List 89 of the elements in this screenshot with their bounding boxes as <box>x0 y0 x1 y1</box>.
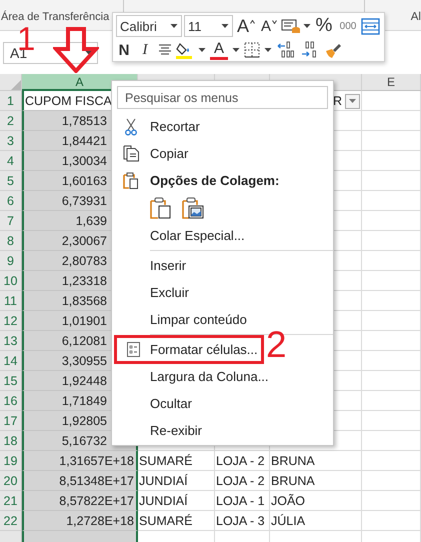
dropdown-caret-icon[interactable] <box>170 23 178 29</box>
caret-down-icon <box>272 20 277 24</box>
row-header[interactable]: 15 <box>0 371 22 391</box>
shrink-font-button[interactable]: A <box>259 15 279 37</box>
caret-icon[interactable] <box>232 47 240 53</box>
filter-button[interactable] <box>345 94 360 108</box>
table-cell-text: BRUNA <box>270 473 316 490</box>
table-cell-text: JOÃO <box>270 493 306 510</box>
caret-icon[interactable] <box>303 23 311 29</box>
row-header[interactable]: 3 <box>0 131 22 151</box>
table-cell-text: LOJA - 1 <box>215 493 266 510</box>
menu-item[interactable]: Copiar <box>150 146 188 161</box>
font-color-button[interactable]: A <box>210 40 228 60</box>
increase-decimal-icon[interactable] <box>276 41 296 59</box>
table-cell-text: BRUNA <box>270 453 316 470</box>
table-cell-text: JUNDIAÍ <box>138 493 189 510</box>
caret-icon[interactable] <box>264 47 272 53</box>
fill-color-icon[interactable] <box>176 40 194 60</box>
row-header[interactable]: 14 <box>0 351 22 371</box>
row-header[interactable]: 17 <box>0 411 22 431</box>
font-size-dropdown[interactable]: 11 <box>184 15 233 37</box>
row-header[interactable]: 5 <box>0 171 22 191</box>
format-cells-icon <box>127 342 140 357</box>
table-cell: R <box>332 94 342 108</box>
row-header[interactable]: 21 <box>0 491 22 511</box>
table-cell-text: SUMARÉ <box>138 513 194 530</box>
table-cell-text: JUNDIAÍ <box>138 473 189 490</box>
row-header[interactable]: 18 <box>0 431 22 451</box>
menu-item[interactable]: Re-exibir <box>150 423 202 438</box>
table-cell: 8,57822E+17 <box>22 491 138 511</box>
thousands-separator-button[interactable]: 000 <box>337 15 359 37</box>
clipboard-icon <box>123 172 139 189</box>
font-name-dropdown[interactable]: Calibri <box>116 15 182 37</box>
borders-icon[interactable] <box>244 42 260 58</box>
dropdown-caret-icon[interactable] <box>221 23 229 29</box>
menu-item[interactable]: Colar Especial... <box>150 228 245 243</box>
row-header[interactable]: 6 <box>0 191 22 211</box>
menu-item[interactable]: Limpar conteúdo <box>150 312 247 327</box>
menu-section-title: Opções de Colagem: <box>150 173 280 188</box>
menu-item[interactable]: Inserir <box>150 258 186 273</box>
menu-item[interactable]: Excluir <box>150 285 190 300</box>
table-cell: 8,51348E+17 <box>22 471 138 491</box>
grow-font-button[interactable]: A <box>235 15 257 37</box>
table-cell-text: LOJA - 2 <box>215 453 266 470</box>
menu-item[interactable]: Recortar <box>150 119 200 134</box>
row-header[interactable]: 9 <box>0 251 22 271</box>
table-cell-text: SUMARÉ <box>138 453 194 470</box>
format-painter-icon[interactable] <box>324 42 342 58</box>
scissors-icon <box>125 118 137 136</box>
table-cell-text: JÚLIA <box>270 513 306 530</box>
row-header[interactable]: 4 <box>0 151 22 171</box>
column-header[interactable]: E <box>362 74 421 91</box>
row-header[interactable]: 19 <box>0 451 22 471</box>
row-header[interactable]: 22 <box>0 511 22 531</box>
caret-up-icon <box>250 20 255 24</box>
row-header[interactable]: 20 <box>0 471 22 491</box>
table-cell: 1,31657E+18 <box>22 451 138 471</box>
down-arrow-icon <box>53 27 99 73</box>
paste-as-picture-icon[interactable] <box>182 197 204 219</box>
row-header[interactable]: 12 <box>0 311 22 331</box>
caret-icon <box>349 99 356 103</box>
row-header[interactable]: 11 <box>0 291 22 311</box>
row-header[interactable]: 16 <box>0 391 22 411</box>
step-number: 2 <box>266 326 287 363</box>
row-header[interactable]: 10 <box>0 271 22 291</box>
ribbon-group-label: Al <box>410 11 421 23</box>
menu-item[interactable]: Formatar células... <box>150 342 258 357</box>
ribbon-group-label: Área de Transferência <box>0 11 110 23</box>
column-width-icon[interactable] <box>361 18 380 34</box>
table-cell: 1,2728E+18 <box>22 511 138 531</box>
caret-icon[interactable] <box>198 47 206 53</box>
bold-button[interactable]: N <box>116 39 132 61</box>
row-header[interactable]: 8 <box>0 231 22 251</box>
copy-icon <box>122 145 140 162</box>
menu-item[interactable]: Ocultar <box>150 396 192 411</box>
row-header[interactable]: 13 <box>0 331 22 351</box>
center-align-icon[interactable] <box>158 44 172 56</box>
number-format-icon[interactable] <box>281 18 301 34</box>
search-field[interactable]: Pesquisar os menus <box>117 86 328 109</box>
row-header[interactable]: 2 <box>0 111 22 131</box>
table-cell-text: LOJA - 2 <box>215 473 266 490</box>
menu-item[interactable]: Largura da Coluna... <box>150 369 269 384</box>
italic-button[interactable]: I <box>136 39 154 61</box>
row-header[interactable]: 1 <box>0 91 22 111</box>
table-cell-text: LOJA - 3 <box>215 513 266 530</box>
paste-icon[interactable] <box>150 197 172 219</box>
row-header[interactable]: 7 <box>0 211 22 231</box>
dropdown-caret-icon[interactable] <box>85 50 93 56</box>
percent-button[interactable]: % <box>313 15 335 37</box>
